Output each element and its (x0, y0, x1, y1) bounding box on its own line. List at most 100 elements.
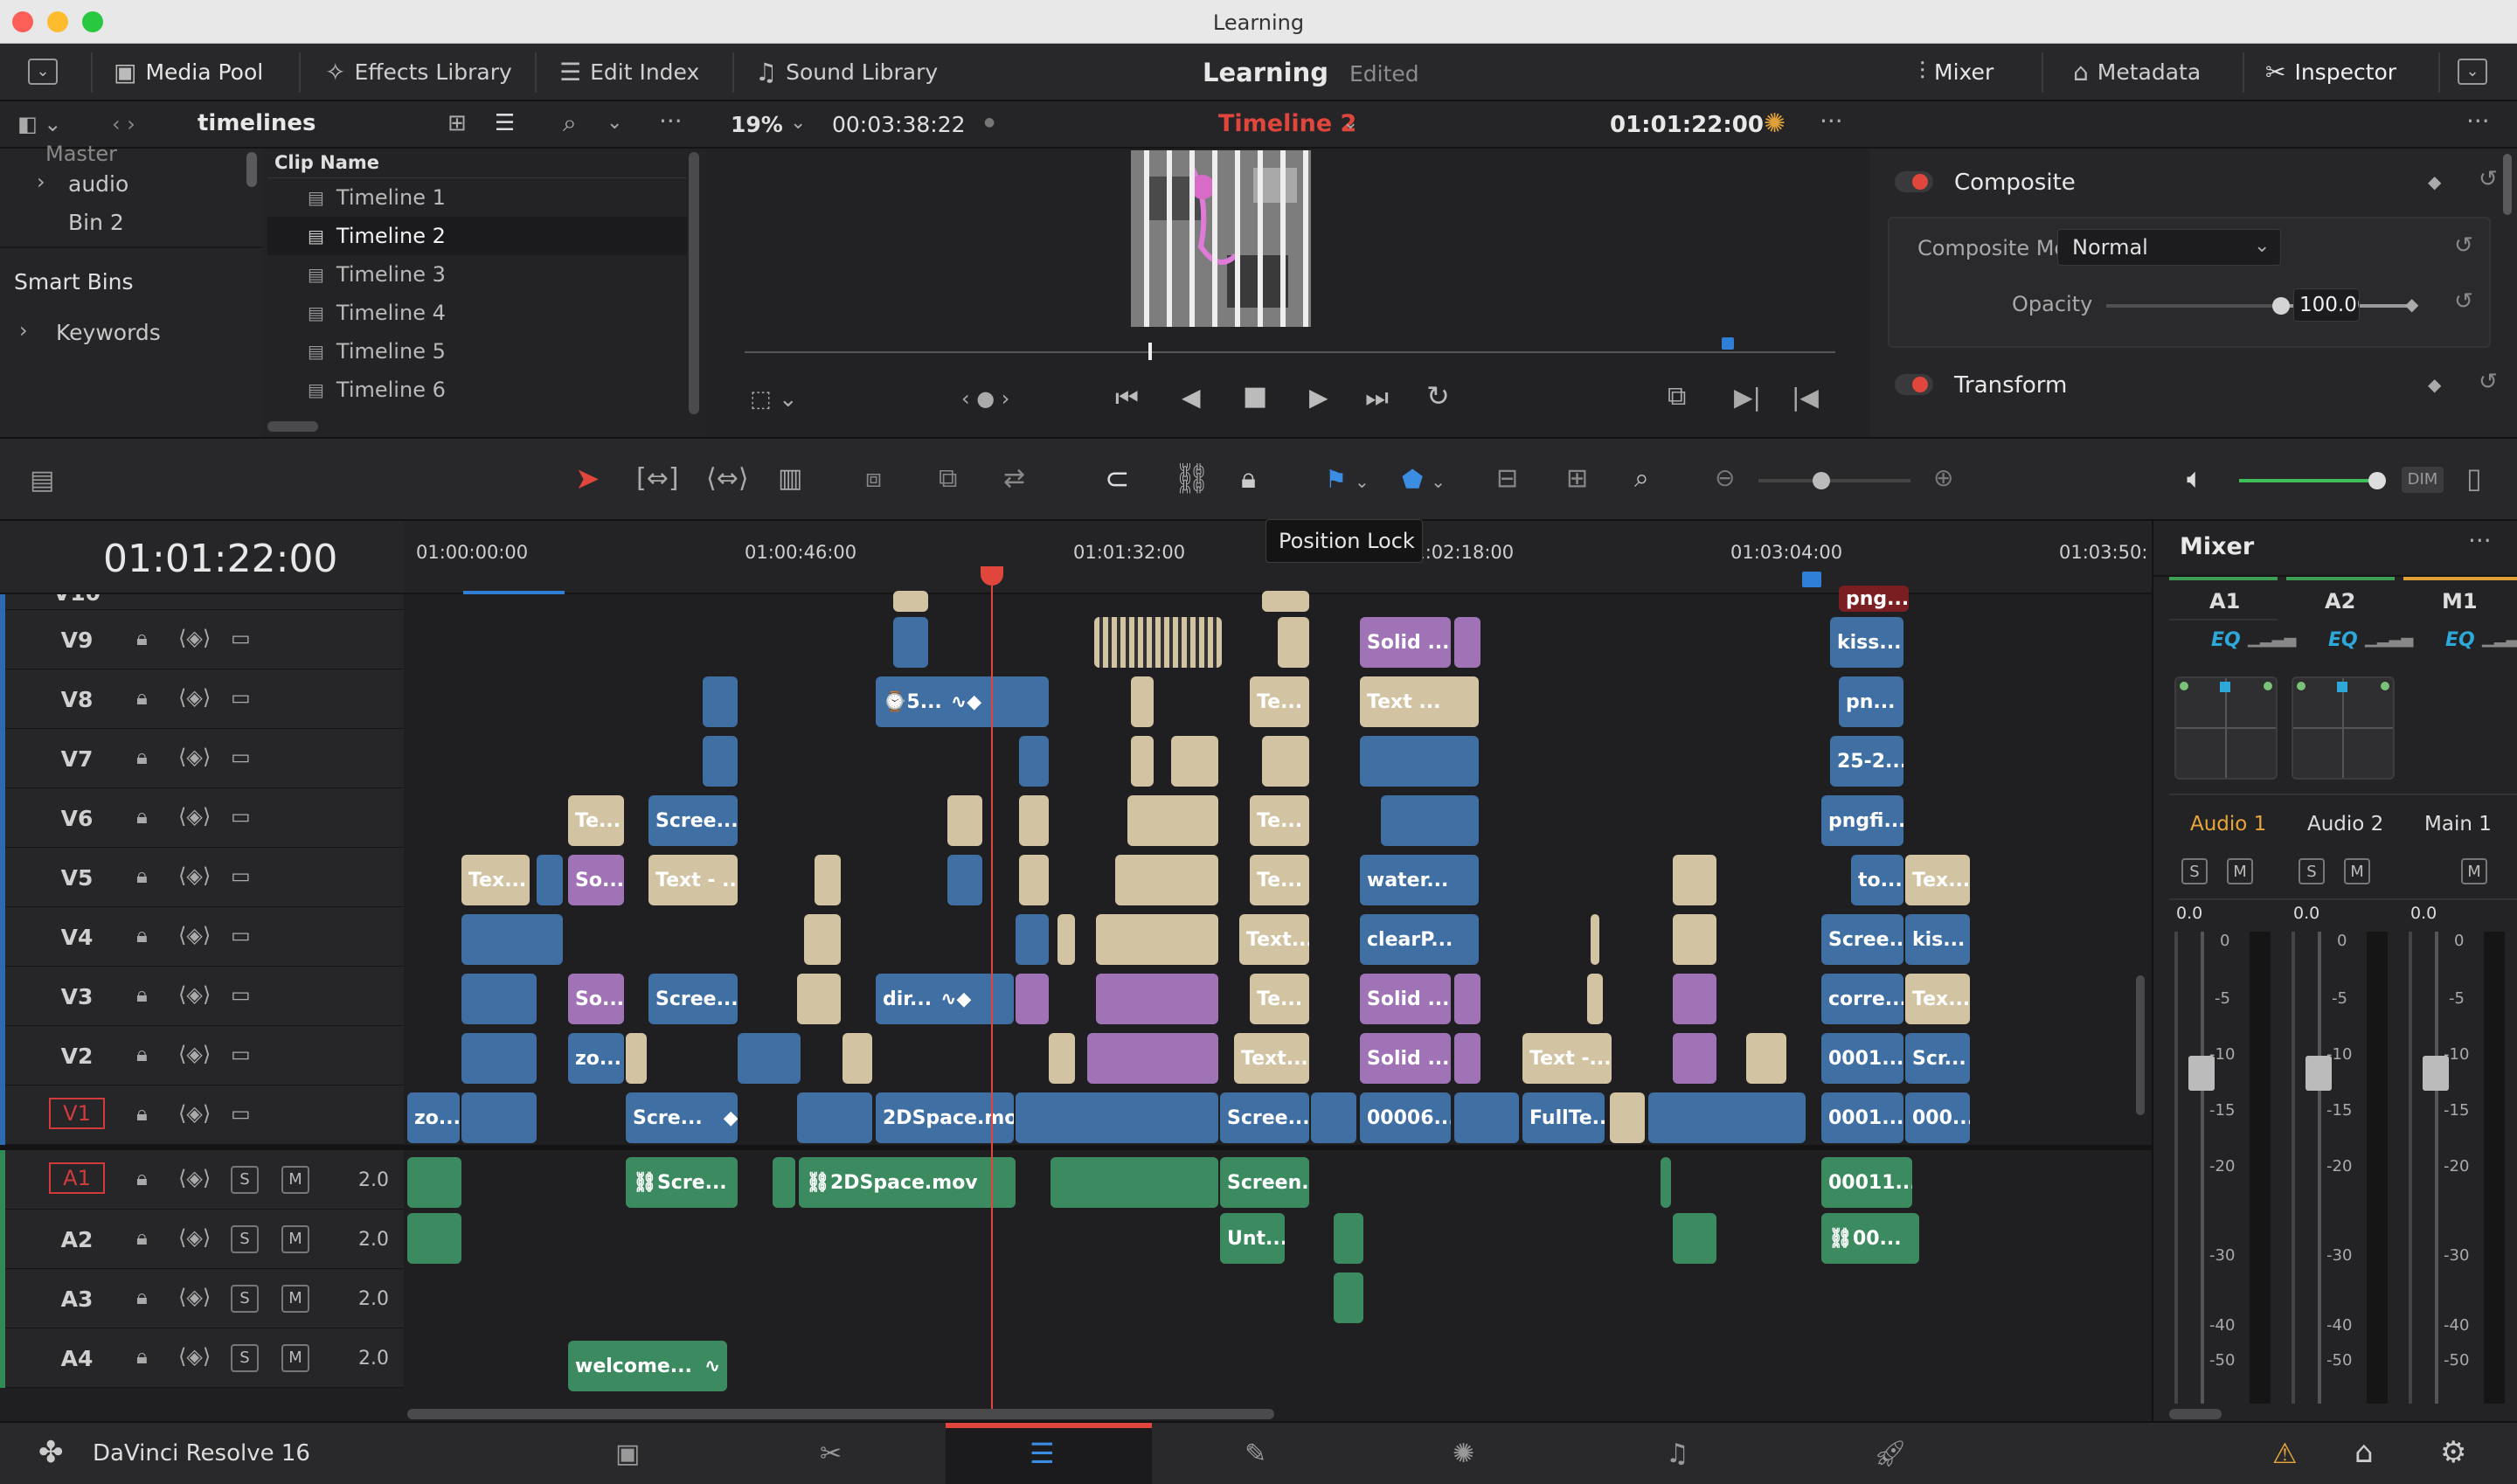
flag-icon[interactable]: ⚑ ⌄ (1325, 465, 1369, 494)
media-pool-button[interactable]: ▣ Media Pool (114, 56, 263, 87)
auto-select-icon[interactable]: ⟨◈⟩ (178, 863, 211, 888)
play-reverse-icon[interactable]: ◀ (1182, 383, 1201, 412)
reset-icon[interactable]: ↺ (2454, 288, 2473, 315)
clip-v1-2dspace[interactable]: 2DSpace.mov (876, 1092, 1014, 1143)
clip-v3-scree[interactable]: Scree... (648, 974, 738, 1024)
clip-a2-00[interactable]: ⛓ 00... (1821, 1213, 1919, 1264)
smart-bin-keywords[interactable]: Keywords (56, 320, 161, 345)
mixer-button[interactable]: ⫶ Mixer (1919, 56, 1993, 87)
home-icon[interactable]: ⌂ (2354, 1435, 2374, 1470)
track-header-v5[interactable]: V5 🔒︎ ⟨◈⟩ ▭ (0, 848, 404, 907)
clip-timeline-6[interactable]: ▤ Timeline 6 (267, 371, 687, 409)
clip-v6[interactable] (1127, 795, 1218, 846)
clip-v4-scree[interactable]: Scree... (1821, 914, 1903, 965)
clip-v1[interactable] (1648, 1092, 1806, 1143)
clip-v2-solid[interactable]: Solid ... (1360, 1033, 1451, 1084)
clip-v1-scree[interactable]: Scree... (1220, 1092, 1309, 1143)
reset-icon[interactable]: ↺ (2479, 166, 2498, 192)
clip-v7[interactable] (1131, 736, 1154, 787)
track-visibility-icon[interactable]: ▭ (231, 923, 251, 947)
clip-a4-welcome[interactable]: welcome... ∿ (568, 1341, 727, 1391)
track-visibility-icon[interactable]: ▭ (231, 804, 251, 829)
zoom-level[interactable]: 19% (731, 112, 783, 137)
dynamic-trim-icon[interactable]: ⟨⇔⟩ (706, 463, 749, 494)
clip-v5-so[interactable]: So... (568, 855, 624, 905)
track-header-v3[interactable]: V3 🔒︎ ⟨◈⟩ ▭ (0, 967, 404, 1026)
clip-v1[interactable] (461, 1092, 537, 1143)
clip-v9-kiss[interactable]: kiss... (1830, 617, 1903, 668)
clip-v5[interactable] (537, 855, 563, 905)
track-header-v10[interactable]: V10 (0, 594, 404, 610)
clip-v2[interactable] (1087, 1033, 1218, 1084)
expand-arrow-icon[interactable]: › (37, 170, 45, 194)
clip-name-header[interactable]: Clip Name (267, 149, 687, 178)
clips-hscrollbar[interactable] (267, 421, 318, 432)
clip-a2[interactable] (1334, 1213, 1363, 1264)
clip-v1[interactable] (1610, 1092, 1645, 1143)
composite-mode-select[interactable]: Normal ⌄ (2057, 229, 2281, 266)
zoom-custom-icon[interactable]: ⌕ (1634, 463, 1649, 494)
clip-v8[interactable] (703, 676, 738, 727)
clip-a1[interactable] (1661, 1157, 1671, 1208)
clip-v1-0001[interactable]: 0001... (1821, 1092, 1903, 1143)
clip-v6[interactable] (1381, 795, 1479, 846)
track-header-a2[interactable]: A2 🔒︎ ⟨◈⟩ S M 2.0 (0, 1210, 404, 1269)
clip-v10-png[interactable]: png... (1839, 586, 1910, 612)
clip-v4[interactable] (804, 914, 841, 965)
clip-v5[interactable] (1115, 855, 1218, 905)
clip-v1[interactable] (797, 1092, 872, 1143)
opacity-input[interactable]: 100.00 (2293, 288, 2360, 322)
replace-clip-icon[interactable]: ⇄ (1003, 463, 1025, 494)
lock-icon[interactable]: 🔒︎ (136, 1344, 148, 1369)
clip-v2[interactable] (1049, 1033, 1075, 1084)
reset-icon[interactable]: ↺ (2454, 232, 2473, 259)
timeline-view-options-icon[interactable]: ▤ (30, 465, 54, 496)
track-visibility-icon[interactable]: ▭ (231, 1042, 251, 1066)
clip-v8-pn[interactable]: pn... (1839, 676, 1903, 727)
scrubber-playhead[interactable] (1148, 343, 1152, 360)
channel-name-main1[interactable]: Main 1 (2424, 813, 2492, 836)
list-view-icon[interactable]: ☰ (495, 110, 515, 136)
audio-meters-icon[interactable]: ▯ (2466, 461, 2482, 495)
clip-v4[interactable] (461, 914, 563, 965)
lock-icon[interactable]: 🔒︎ (136, 626, 148, 650)
trim-tool-icon[interactable]: [⇔] (636, 463, 679, 494)
zoom-dropdown-icon[interactable]: ⌄ (790, 112, 806, 134)
clip-v3-corre[interactable]: corre... (1821, 974, 1903, 1024)
lock-icon[interactable]: 🔒︎ (136, 1101, 148, 1126)
clip-a1-00011[interactable]: 00011.... (1821, 1157, 1912, 1208)
clip-v6-pngfi[interactable]: pngfi... (1821, 795, 1903, 846)
eq-button-a1[interactable]: EQ (2211, 629, 2241, 651)
track-header-v9[interactable]: V9 🔒︎ ⟨◈⟩ ▭ (0, 610, 404, 669)
bins-scrollbar[interactable] (246, 152, 257, 187)
pan-control-a1[interactable] (2174, 676, 2278, 780)
clip-v2[interactable] (842, 1033, 872, 1084)
track-header-v1[interactable]: V1 🔒︎ ⟨◈⟩ ▭ (0, 1085, 404, 1145)
viewer-frame-image[interactable] (1131, 150, 1311, 327)
timeline-hscrollbar[interactable] (407, 1409, 1274, 1419)
track-header-v4[interactable]: V4 🔒︎ ⟨◈⟩ ▭ (0, 907, 404, 967)
channel-name-audio1[interactable]: Audio 1 (2190, 813, 2266, 836)
zoom-out-icon[interactable]: ⊖ (1715, 463, 1735, 492)
cut-page-icon[interactable]: ✂ (820, 1439, 842, 1469)
blade-tool-icon[interactable]: ▥ (778, 463, 802, 494)
eq-button-a2[interactable]: EQ (2328, 629, 2358, 651)
next-edit-icon[interactable]: ▶| (1734, 383, 1761, 412)
prev-edit-icon[interactable]: |◀ (1792, 383, 1819, 412)
clip-v5-text[interactable]: Text - ... (648, 855, 738, 905)
zoom-detail-icon[interactable]: ⊞ (1566, 463, 1588, 494)
clip-v6-scree[interactable]: Scree... (648, 795, 738, 846)
clip-timeline-2[interactable]: ▤ Timeline 2 (267, 217, 687, 255)
fader-track-a1[interactable] (2201, 932, 2204, 1404)
pan-control-a2[interactable] (2292, 676, 2395, 780)
clip-v4-kis[interactable]: kis... (1905, 914, 1970, 965)
clip-v9[interactable] (1454, 617, 1480, 668)
scrubber-bar[interactable] (745, 351, 1835, 353)
insert-clip-icon[interactable]: ⧈ (865, 463, 882, 494)
clip-v3-tex[interactable]: Tex... (1905, 974, 1970, 1024)
clip-v2-zo[interactable]: zo... (568, 1033, 624, 1084)
track-header-v2[interactable]: V2 🔒︎ ⟨◈⟩ ▭ (0, 1026, 404, 1085)
clip-v3[interactable] (1454, 974, 1480, 1024)
clip-v8[interactable] (1131, 676, 1154, 727)
clip-v5[interactable] (947, 855, 982, 905)
